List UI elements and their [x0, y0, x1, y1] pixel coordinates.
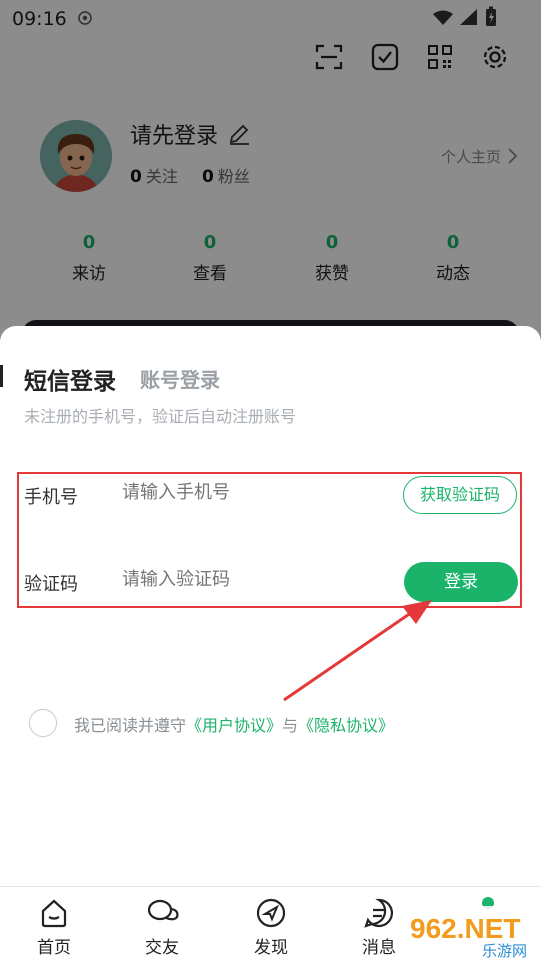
get-code-button[interactable]: 获取验证码 [403, 476, 517, 514]
nav-discover[interactable]: 发现 [231, 887, 311, 963]
user-agreement-link[interactable]: 《用户协议》 [186, 716, 282, 735]
agree-prefix: 我已阅读并遵守 [74, 716, 187, 735]
phone-input[interactable] [122, 482, 392, 503]
home-icon [41, 899, 67, 928]
chat-bubbles-icon [147, 899, 179, 921]
watermark-logo-icon: 962.NET 乐游网 [404, 906, 541, 962]
message-icon [364, 898, 394, 928]
modal-overlay[interactable] [0, 0, 541, 340]
code-label: 验证码 [24, 574, 78, 595]
register-hint: 未注册的手机号，验证后自动注册账号 [24, 407, 297, 426]
watermark-bottom: 乐游网 [482, 942, 527, 960]
compass-icon [256, 898, 286, 928]
phone-label: 手机号 [24, 487, 78, 508]
code-input[interactable] [122, 569, 392, 590]
nav-label: 首页 [37, 938, 71, 958]
agree-and: 与 [282, 716, 299, 735]
tab-account-login[interactable]: 账号登录 [140, 364, 220, 393]
tab-sms-login[interactable]: 短信登录 [24, 362, 116, 396]
watermark-top: 962.NET [410, 913, 521, 944]
agree-checkbox[interactable] [29, 709, 57, 737]
agreement-text: 我已阅读并遵守《用户协议》与《隐私协议》 [74, 712, 394, 736]
annotation-arrow-icon [283, 600, 432, 702]
nav-label: 交友 [145, 938, 179, 958]
privacy-policy-link[interactable]: 《隐私协议》 [298, 716, 394, 735]
nav-friends[interactable]: 交友 [122, 887, 202, 963]
nav-home[interactable]: 首页 [14, 887, 94, 963]
tab-indicator [0, 365, 3, 387]
nav-label: 发现 [254, 938, 288, 958]
